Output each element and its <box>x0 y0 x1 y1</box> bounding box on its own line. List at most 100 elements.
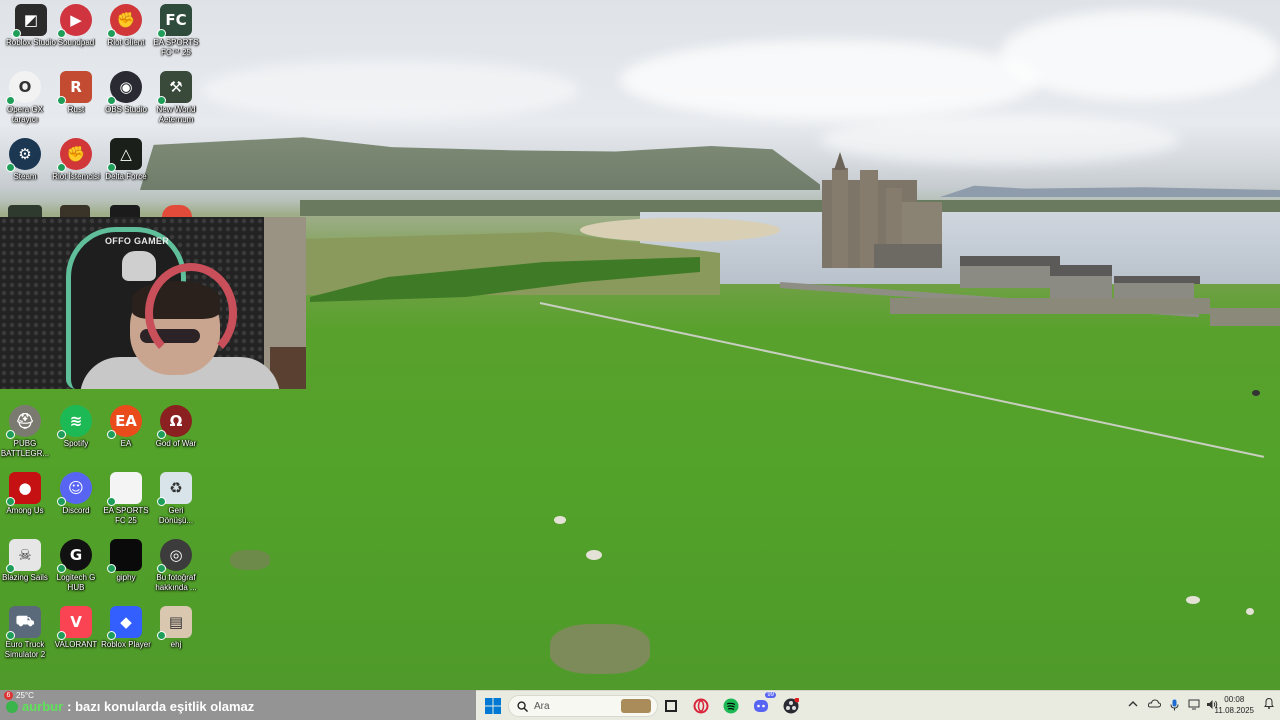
microphone-icon[interactable] <box>1170 699 1179 714</box>
ea-sports-fc25-a-icon: FC <box>157 4 192 38</box>
webcam-overlay: OFFO GAMER <box>0 217 306 389</box>
ehj-icon: ▤ <box>157 606 192 640</box>
chat-message-text: : bazı konularda eşitlik olamaz <box>67 699 255 714</box>
desktop-icon-logitech-g-hub[interactable]: G Logitech G HUB <box>51 539 101 593</box>
desktop-icon-discord[interactable]: ☺ Discord <box>51 472 101 516</box>
taskbar-discord[interactable]: 99 <box>752 692 776 715</box>
sync-check-icon <box>107 497 116 506</box>
desktop-icon-rust[interactable]: R Rust <box>51 71 101 115</box>
desktop-icon-label: Logitech G HUB <box>56 573 96 592</box>
desktop-icon-delta-force[interactable]: △ Delta Force <box>101 138 151 182</box>
ea-icon: EA <box>107 405 142 439</box>
desktop-icon-valorant[interactable]: V VALORANT <box>51 606 101 650</box>
desktop-icon-ea[interactable]: EA EA <box>101 405 151 449</box>
cloud <box>200 60 580 120</box>
desktop-icon-ehj[interactable]: ▤ ehj <box>151 606 201 650</box>
desktop-icon-euro-truck[interactable]: ⛟ Euro Truck Simulator 2 <box>0 606 50 660</box>
taskbar-spotify[interactable] <box>722 697 740 715</box>
hidden-icon[interactable] <box>110 205 140 217</box>
sheep <box>586 550 602 560</box>
desktop-icon-roblox-studio[interactable]: ◩ Roblox Studio <box>6 4 56 48</box>
desktop-icon-about-photo[interactable]: ◎ Bu fotoğraf hakkında ... <box>151 539 201 593</box>
desktop-icon-label: Geri Dönüşü... <box>158 506 194 525</box>
network-icon[interactable] <box>1188 699 1201 713</box>
taskbar-obs[interactable] <box>782 697 800 715</box>
opera-gx-icon: O <box>6 71 41 105</box>
clock-time: 00:08 <box>1224 695 1245 704</box>
roblox-player-icon: ◆ <box>107 606 142 640</box>
desktop-icon-label: New World Aeternum <box>156 105 196 124</box>
windows-icon <box>485 698 501 714</box>
search-box[interactable]: Ara <box>508 695 658 717</box>
far-hills <box>940 185 1280 197</box>
cloud <box>1000 10 1280 100</box>
sheep <box>1186 596 1200 604</box>
desktop-icon-spotify[interactable]: ≋ Spotify <box>51 405 101 449</box>
hidden-icon[interactable] <box>8 205 42 217</box>
sync-check-icon <box>6 497 15 506</box>
desktop-icon-label: ehj <box>170 640 182 649</box>
clock[interactable]: 00:08 11.08.2025 <box>1215 694 1254 716</box>
desktop-icon-riot-client[interactable]: ✊ Riot Client <box>101 4 151 48</box>
desktop-icon-blazing-sails[interactable]: ☠ Blazing Sails <box>0 539 50 583</box>
sync-check-icon <box>57 163 66 172</box>
desktop-icon-obs-studio[interactable]: ◉ OBS Studio <box>101 71 151 115</box>
giphy-icon <box>107 539 142 573</box>
riot-istemcisi-icon: ✊ <box>57 138 92 172</box>
desktop-icon-label: Discord <box>62 506 90 515</box>
pubg-icon: ⛑ <box>6 405 41 439</box>
tray-overflow-chevron-icon[interactable] <box>1128 699 1138 711</box>
desktop-icon-riot-istemcisi[interactable]: ✊ Riot İstemcisi <box>51 138 101 182</box>
chat-username: aurbur <box>22 699 64 714</box>
task-view-button[interactable] <box>662 697 680 715</box>
sync-check-icon <box>57 564 66 573</box>
desktop-icon-ea-sports-fc25-b[interactable]: EA SPORTS FC 25 <box>101 472 151 526</box>
chat-message: aurbur : bazı konularda eşitlik olamaz <box>6 699 254 714</box>
sync-check-icon <box>107 631 116 640</box>
search-icon <box>517 700 528 712</box>
spotify-icon: ≋ <box>57 405 92 439</box>
desktop-icon-label: Among Us <box>6 506 44 515</box>
steam-icon: ⚙ <box>6 138 41 172</box>
riot-client-icon: ✊ <box>107 4 142 38</box>
sync-check-icon <box>107 163 116 172</box>
desktop-icon-label: Riot İstemcisi <box>52 172 100 181</box>
notifications-bell-icon[interactable] <box>1264 697 1274 712</box>
desktop-icon-label: God of War <box>155 439 197 448</box>
desktop-icon-pubg[interactable]: ⛑ PUBG BATTLEGR... <box>0 405 50 459</box>
desktop-icon-roblox-player[interactable]: ◆ Roblox Player <box>101 606 151 650</box>
opera-icon <box>693 698 709 714</box>
desktop-icon-opera-gx[interactable]: O Opera GX tarayıcı <box>0 71 50 125</box>
desktop-icon-label: giphy <box>116 573 136 582</box>
ea-sports-fc25-b-icon <box>107 472 142 506</box>
sync-check-icon <box>107 430 116 439</box>
desktop-icon-label: Delta Force <box>105 172 147 181</box>
desktop-icon-giphy[interactable]: giphy <box>101 539 151 583</box>
desktop-icon-label: Steam <box>13 172 37 181</box>
desktop-icon-soundpad[interactable]: ▶ Soundpad <box>51 4 101 48</box>
hidden-icon[interactable] <box>60 205 90 217</box>
soundpad-icon: ▶ <box>57 4 92 38</box>
search-highlight-image <box>621 699 651 713</box>
desktop-icon-label: Spotify <box>63 439 89 448</box>
stone-wall <box>1210 308 1280 326</box>
desktop-icon-label: Rust <box>67 105 85 114</box>
desktop-icon-recycle-bin[interactable]: ♻ Geri Dönüşü... <box>151 472 201 526</box>
desktop-icon-label: EA SPORTS FC™ 25 <box>153 38 199 57</box>
desktop-icon-ea-sports-fc25-a[interactable]: FC EA SPORTS FC™ 25 <box>151 4 201 58</box>
new-world-icon: ⚒ <box>157 71 192 105</box>
start-button[interactable] <box>484 697 502 715</box>
roblox-studio-icon: ◩ <box>12 4 47 38</box>
desktop-icon-god-of-war[interactable]: Ω God of War <box>151 405 201 449</box>
taskbar-opera-gx[interactable] <box>692 697 710 715</box>
desktop-icon-new-world[interactable]: ⚒ New World Aeternum <box>151 71 201 125</box>
sheep <box>1252 390 1260 396</box>
discord-badge: 99 <box>765 692 776 698</box>
sync-check-icon <box>57 430 66 439</box>
desktop-icon-steam[interactable]: ⚙ Steam <box>0 138 50 182</box>
sync-check-icon <box>157 631 166 640</box>
onedrive-icon[interactable] <box>1147 699 1162 711</box>
sync-check-icon <box>6 631 15 640</box>
hidden-chrome-icon[interactable] <box>162 205 192 217</box>
desktop-icon-among-us[interactable]: ● Among Us <box>0 472 50 516</box>
